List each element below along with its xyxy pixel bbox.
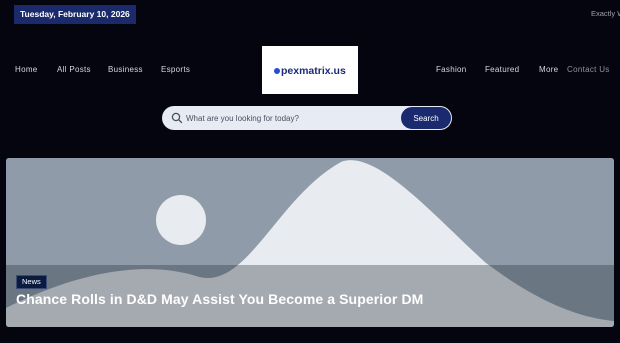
nav-contact-us[interactable]: Contact Us: [567, 60, 610, 80]
top-bar: Tuesday, February 10, 2026 Exactly W: [0, 0, 620, 30]
search-button[interactable]: Search: [401, 107, 451, 129]
featured-post[interactable]: News Chance Rolls in D&D May Assist You …: [6, 158, 614, 327]
nav-esports[interactable]: Esports: [161, 60, 190, 80]
site-logo[interactable]: pexmatrix.us: [262, 46, 358, 94]
search-bar: Search: [162, 106, 452, 130]
nav-home[interactable]: Home: [15, 60, 38, 80]
post-title[interactable]: Chance Rolls in D&D May Assist You Becom…: [16, 291, 423, 307]
date-badge: Tuesday, February 10, 2026: [14, 5, 136, 24]
logo-mark-icon: [274, 68, 280, 74]
nav-all-posts[interactable]: All Posts: [57, 60, 91, 80]
nav-featured[interactable]: Featured: [485, 60, 519, 80]
nav-fashion[interactable]: Fashion: [436, 60, 467, 80]
nav-more[interactable]: More: [539, 60, 558, 80]
nav-business[interactable]: Business: [108, 60, 143, 80]
search-icon: [171, 112, 183, 124]
logo-text: pexmatrix.us: [281, 65, 346, 77]
category-badge[interactable]: News: [16, 275, 47, 289]
news-ticker[interactable]: Exactly W: [591, 9, 620, 18]
search-input[interactable]: [184, 108, 394, 128]
